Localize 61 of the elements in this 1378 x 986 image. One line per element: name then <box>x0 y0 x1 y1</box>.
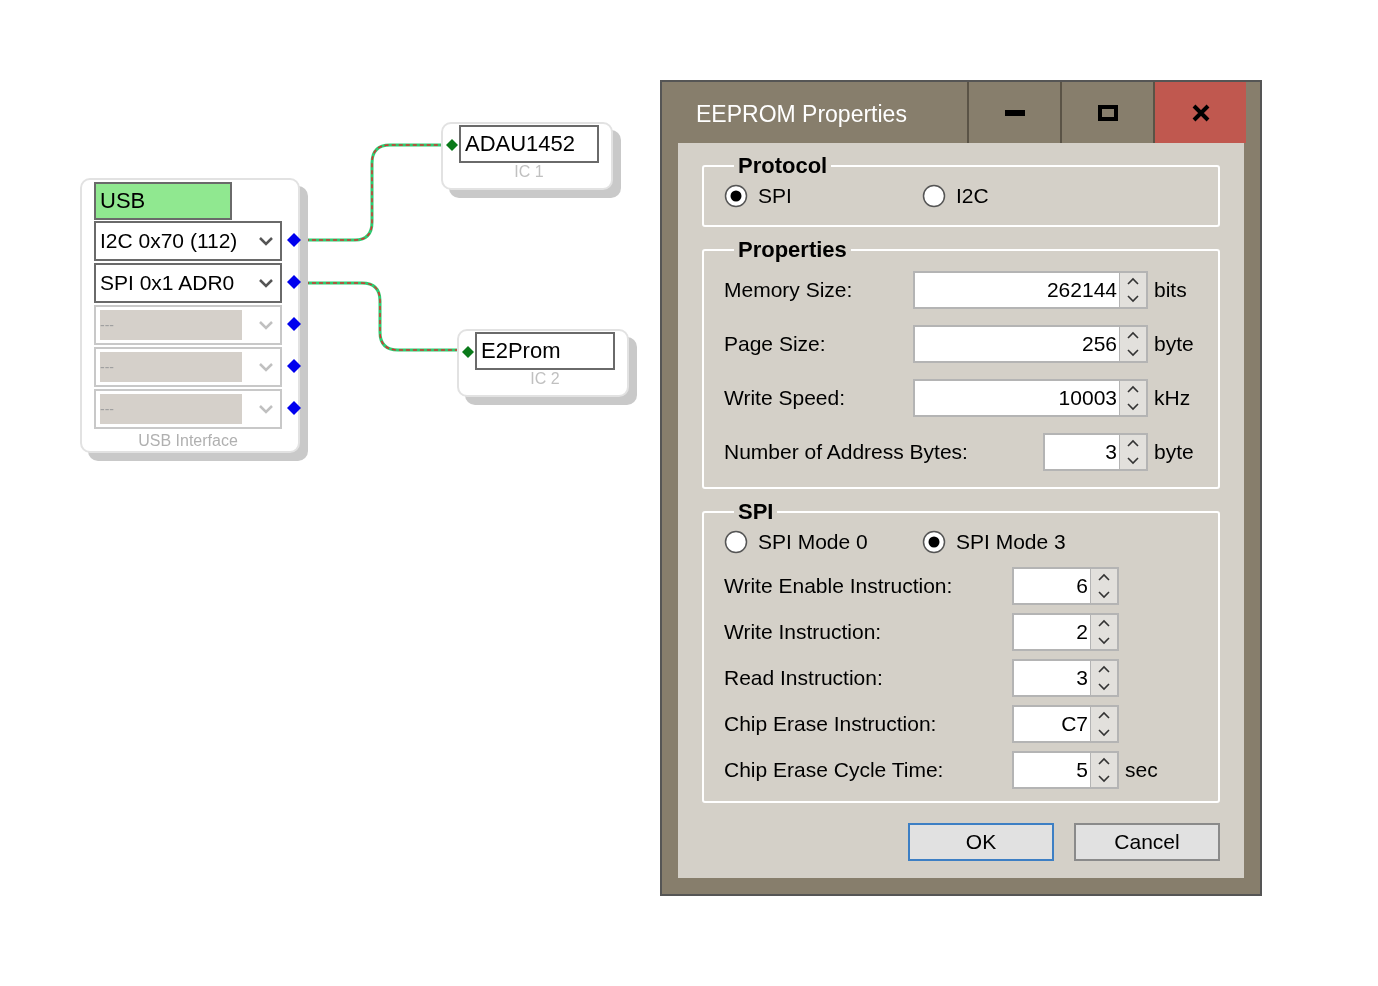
spin-box[interactable]: 256 <box>913 325 1148 363</box>
port-dropdown[interactable]: I2C 0x70 (112) <box>94 221 282 261</box>
minimize-icon <box>1004 109 1025 116</box>
field-label: Chip Erase Cycle Time: <box>724 758 945 782</box>
group-title: Properties <box>737 237 848 263</box>
radio-option[interactable]: SPI Mode 3 <box>922 530 1120 554</box>
chevron-down-icon <box>258 404 274 414</box>
spin-box[interactable]: 3 <box>1012 659 1119 697</box>
unit-label: byte <box>1153 440 1195 464</box>
dialog-button[interactable]: OK <box>908 823 1054 861</box>
connector-pin-icon[interactable] <box>446 139 458 151</box>
connector-pin-icon[interactable] <box>287 317 301 331</box>
radio-option[interactable]: SPI <box>724 184 922 208</box>
spin-box[interactable]: 3 <box>1043 433 1148 471</box>
chevron-down-icon <box>258 278 274 288</box>
radio-option[interactable]: SPI Mode 0 <box>724 530 922 554</box>
spin-box[interactable]: 6 <box>1012 567 1119 605</box>
radio-option[interactable]: I2C <box>922 184 1120 208</box>
port-dropdown[interactable]: SPI 0x1 ADR0 <box>94 263 282 303</box>
spin-box[interactable]: 2 <box>1012 613 1119 651</box>
connector-pin-icon[interactable] <box>287 359 301 373</box>
connector-pin-icon[interactable] <box>462 346 474 358</box>
chevron-down-icon <box>258 362 274 372</box>
spin-box[interactable]: 10003 <box>913 379 1148 417</box>
block-label: IC 1 <box>513 163 545 181</box>
spin-box[interactable]: 262144 <box>913 271 1148 309</box>
ic-name: ADAU1452 <box>459 125 599 163</box>
field-label: Chip Erase Instruction: <box>724 712 938 736</box>
unit-label: sec <box>1124 758 1159 782</box>
maximize-icon <box>1097 104 1118 121</box>
unit-label: byte <box>1153 332 1195 356</box>
group-title: Protocol <box>737 153 829 179</box>
ic-name: E2Prom <box>475 332 615 370</box>
unit-label: bits <box>1153 278 1188 302</box>
block-label: USB Interface <box>137 432 239 450</box>
spin-box[interactable]: C7 <box>1012 705 1119 743</box>
close-icon <box>1191 103 1210 122</box>
connector-pin-icon[interactable] <box>287 275 301 289</box>
chevron-down-icon <box>258 236 274 246</box>
spin-box[interactable]: 5 <box>1012 751 1119 789</box>
block-label: IC 2 <box>529 370 561 388</box>
block-title: USB <box>94 182 232 220</box>
field-label: Write Instruction: <box>724 620 883 644</box>
chevron-down-icon <box>258 320 274 330</box>
unit-label: kHz <box>1153 386 1192 410</box>
dialog-button[interactable]: Cancel <box>1074 823 1220 861</box>
window-title: EEPROM Properties <box>695 100 908 129</box>
connector-pin-icon[interactable] <box>287 401 301 415</box>
field-label: Write Enable Instruction: <box>724 574 954 598</box>
field-label: Write Speed: <box>724 386 846 410</box>
radio-button[interactable] <box>724 530 748 554</box>
field-label: Number of Address Bytes: <box>724 440 969 464</box>
radio-button[interactable] <box>922 530 946 554</box>
group-title: SPI <box>737 499 775 525</box>
field-label: Memory Size: <box>724 278 854 302</box>
connector-pin-icon[interactable] <box>287 233 301 247</box>
field-label: Page Size: <box>724 332 827 356</box>
close-button[interactable] <box>1153 82 1246 143</box>
radio-button[interactable] <box>922 184 946 208</box>
field-label: Read Instruction: <box>724 666 884 690</box>
radio-button[interactable] <box>724 184 748 208</box>
